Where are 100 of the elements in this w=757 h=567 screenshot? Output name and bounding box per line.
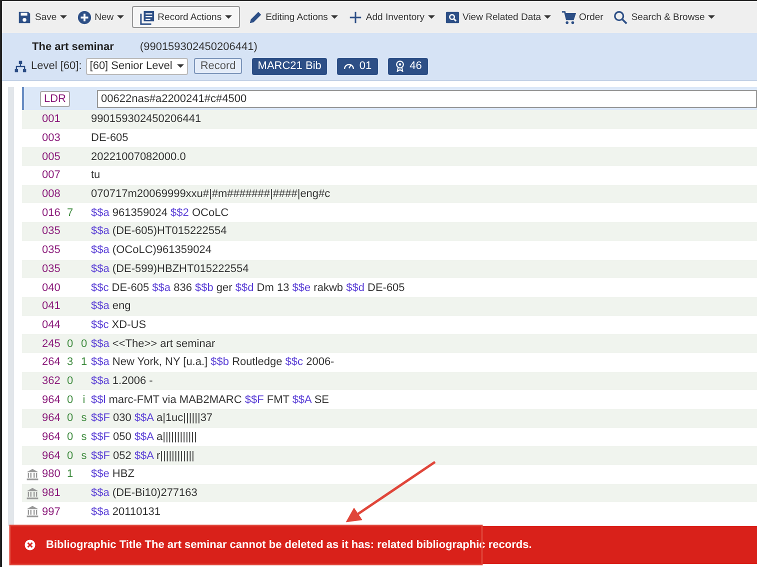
field-tag: 980 — [42, 468, 63, 480]
indicator: 0 — [66, 450, 74, 462]
hierarchy-icon — [14, 60, 27, 72]
field-tag: 044 — [42, 318, 63, 331]
field-tag: 008 — [42, 188, 63, 200]
field-row[interactable]: 001 990159302450206441 — [22, 110, 757, 129]
indicator: 1 — [66, 468, 74, 480]
field-tag: 964 — [42, 431, 63, 444]
field-tag: 035 — [42, 262, 63, 275]
award-icon — [394, 60, 406, 72]
indicator: i — [82, 394, 86, 406]
field-row[interactable]: 264 3 1 $$a New York, NY [u.a.] $$b Routledge $$c 2006- — [22, 352, 757, 372]
field-tag: 041 — [42, 300, 63, 312]
toolbar-button[interactable]: Add Inventory — [342, 6, 440, 28]
field-value: $$a 961359024 $$2 OCoLC — [91, 206, 229, 219]
field-row[interactable]: LDR 00622nas#a2200241#c#4500 — [22, 87, 757, 110]
field-value: $$a <<The>> art seminar — [91, 338, 216, 350]
field-value: $$e HBZ — [91, 468, 134, 480]
record-id: (990159302450206441) — [140, 41, 258, 53]
indicator: 0 — [80, 338, 88, 350]
indicator: s — [80, 412, 88, 424]
field-value: $$a (OCoLC)961359024 — [91, 244, 212, 256]
field-value: $$a (DE-605)HT015222554 — [91, 225, 227, 238]
field-value: $$F 052 $$A r|||||||||||| — [91, 450, 194, 462]
field-row[interactable]: 997 $$a 20110131 — [22, 502, 757, 522]
toolbar-button[interactable]: Editing Actions — [242, 6, 343, 28]
records-icon — [140, 10, 155, 24]
field-tag: 040 — [42, 282, 63, 294]
field-row[interactable]: 245 0 0 $$a <<The>> art seminar — [22, 334, 757, 353]
search-box-icon — [444, 10, 460, 24]
field-row[interactable]: 362 0 $$a 1.2006 - — [22, 372, 757, 390]
field-value: $$c XD-US — [91, 318, 146, 331]
field-row[interactable]: 044 $$c XD-US — [22, 316, 757, 334]
plus-icon — [348, 10, 363, 24]
field-value: $$a New York, NY [u.a.] $$b Routledge $$c 2006- — [91, 356, 334, 368]
field-tag: 997 — [42, 506, 63, 518]
field-value: $$a (DE-Bi10)277163 — [91, 487, 198, 500]
field-tag: 016 — [42, 206, 63, 219]
field-row[interactable]: 964 0 i $$l marc-FMT via MAB2MARC $$F FMT $$A SE — [22, 390, 757, 409]
indicator: 0 — [66, 431, 74, 444]
field-row[interactable]: 008 070717m20069999xxu#|#m#######|####|eng#c — [22, 184, 757, 204]
field-value: 20221007082000.0 — [91, 150, 186, 163]
field-value: $$a (DE-599)HBZHT015222554 — [91, 262, 249, 275]
field-value: $$a eng — [91, 300, 131, 312]
field-value: $$a 20110131 — [91, 506, 161, 518]
indicator: 0 — [66, 412, 74, 424]
error-message: Bibliographic Title The art seminar cannot be deleted as it has: related bibliographic records. — [46, 539, 532, 551]
record-button[interactable]: Record — [194, 58, 242, 74]
toolbar-button[interactable]: Search & Browse — [608, 6, 720, 28]
field-value: $$F 030 $$A a|1uc||||||37 — [91, 412, 213, 424]
indicator: s — [80, 431, 88, 444]
cart-icon — [561, 10, 576, 24]
field-row[interactable]: 040 $$c DE-605 $$a 836 $$b ger $$d Dm 13 $$e rakwb $$d DE-605 — [22, 278, 757, 297]
field-value: 990159302450206441 — [91, 113, 202, 126]
field-row[interactable]: 964 0 s $$F 050 $$A a|||||||||||| — [22, 428, 757, 446]
field-tag: 003 — [42, 132, 63, 144]
dropdown-caret-icon — [177, 64, 184, 68]
field-tag: 035 — [42, 225, 63, 238]
level-select[interactable]: [60] Senior Level — [86, 58, 188, 74]
field-row[interactable]: 035 $$a (DE-599)HBZHT015222554 — [22, 260, 757, 278]
error-icon — [24, 539, 36, 551]
record-badge: 46 — [388, 58, 428, 74]
field-tag: 981 — [42, 487, 63, 500]
field-row[interactable]: 005 20221007082000.0 — [22, 147, 757, 166]
indicator: 0 — [66, 338, 74, 350]
field-row[interactable]: 035 $$a (OCoLC)961359024 — [22, 240, 757, 260]
field-value: $$F 050 $$A a|||||||||||| — [91, 431, 197, 444]
field-row[interactable]: 981 $$a (DE-Bi10)277163 — [22, 484, 757, 502]
toolbar-button[interactable]: Save — [12, 6, 72, 28]
field-value: DE-605 — [91, 132, 128, 144]
field-tag: 362 — [42, 374, 63, 387]
search-icon — [613, 10, 628, 24]
record-badge: 01 — [337, 58, 378, 74]
field-row[interactable]: 007 tu — [22, 166, 757, 185]
field-row[interactable]: 041 $$a eng — [22, 296, 757, 316]
field-row[interactable]: 003 DE-605 — [22, 128, 757, 148]
field-value: $$a 1.2006 - — [91, 374, 153, 387]
field-row[interactable]: 980 1 $$e HBZ — [22, 465, 757, 484]
field-row[interactable]: 964 0 s $$F 030 $$A a|1uc||||||37 — [22, 409, 757, 428]
field-row[interactable]: 016 7 $$a 961359024 $$2 OCoLC — [22, 203, 757, 222]
pencil-icon — [248, 10, 263, 24]
indicator: 1 — [80, 356, 88, 368]
toolbar-button[interactable]: Record Actions — [132, 6, 240, 28]
field-value: $$l marc-FMT via MAB2MARC $$F FMT $$A SE — [91, 394, 330, 406]
indicator: 0 — [66, 394, 74, 406]
leader-input[interactable]: 00622nas#a2200241#c#4500 — [97, 90, 757, 108]
indicator: s — [80, 450, 88, 462]
indicator: 7 — [66, 206, 74, 219]
record-badge: MARC21 Bib — [252, 58, 328, 74]
field-row[interactable]: 035 $$a (DE-605)HT015222554 — [22, 222, 757, 241]
indicator: 3 — [66, 356, 74, 368]
toolbar-button[interactable]: View Related Data — [440, 6, 556, 28]
level-label: Level [60]: — [31, 60, 82, 72]
field-value: 070717m20069999xxu#|#m#######|####|eng#c — [91, 188, 330, 200]
field-tag: 035 — [42, 244, 63, 256]
field-tag: 964 — [42, 394, 63, 406]
field-tag: 001 — [42, 113, 63, 126]
toolbar-button[interactable]: Order — [556, 6, 608, 28]
toolbar-button[interactable]: New — [72, 6, 129, 28]
field-row[interactable]: 964 0 s $$F 052 $$A r|||||||||||| — [22, 446, 757, 466]
